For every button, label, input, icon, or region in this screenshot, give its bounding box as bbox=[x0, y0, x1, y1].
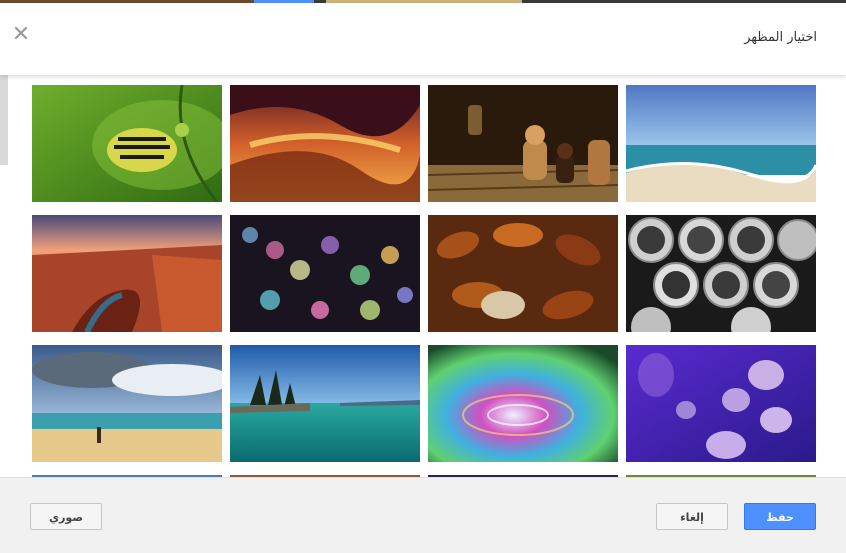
theme-caterpillar[interactable] bbox=[32, 85, 222, 202]
save-button[interactable]: حفظ bbox=[744, 503, 816, 530]
theme-lake-trees[interactable] bbox=[230, 345, 420, 462]
theme-canyon-rock[interactable] bbox=[230, 85, 420, 202]
scrollbar-thumb[interactable] bbox=[0, 75, 8, 165]
theme-jellyfish[interactable] bbox=[626, 345, 816, 462]
theme-chess[interactable] bbox=[428, 85, 618, 202]
theme-grand-canyon[interactable] bbox=[32, 215, 222, 332]
my-photos-button[interactable]: صوري bbox=[30, 503, 102, 530]
theme-bokeh-lights[interactable] bbox=[230, 215, 420, 332]
theme-metal-pipes[interactable] bbox=[626, 215, 816, 332]
theme-water-drop[interactable] bbox=[428, 345, 618, 462]
theme-beach-clouds[interactable] bbox=[32, 345, 222, 462]
theme-gallery[interactable] bbox=[0, 75, 846, 477]
cancel-button[interactable]: إلغاء bbox=[656, 503, 728, 530]
theme-beach-sea[interactable] bbox=[626, 85, 816, 202]
dialog-footer: صوري إلغاء حفظ bbox=[0, 477, 846, 553]
theme-autumn-leaves[interactable] bbox=[428, 215, 618, 332]
close-icon[interactable] bbox=[12, 24, 30, 42]
dialog-title: اختيار المظهر bbox=[744, 30, 817, 45]
dialog-header: اختيار المظهر bbox=[0, 3, 846, 75]
